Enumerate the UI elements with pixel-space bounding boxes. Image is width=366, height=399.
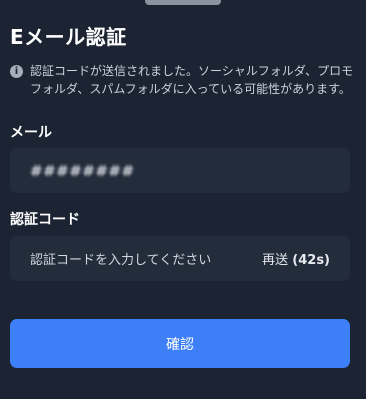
resend-label: 再送 xyxy=(262,253,289,268)
code-input[interactable]: 認証コードを入力してください 再送 (42s) xyxy=(10,236,350,281)
email-value-masked: ######## xyxy=(30,161,135,180)
resend-button[interactable]: 再送 (42s) xyxy=(262,249,330,268)
sheet-title: Eメール認証 xyxy=(10,25,127,49)
code-placeholder: 認証コードを入力してください xyxy=(30,253,212,268)
info-icon: i xyxy=(10,65,23,78)
code-label: 認証コード xyxy=(10,212,80,228)
info-text: 認証コードが送信されました。ソーシャルフォルダ、プロモフォルダ、スパムフォルダに… xyxy=(30,64,354,96)
drag-handle[interactable] xyxy=(145,0,221,5)
confirm-button[interactable]: 確認 xyxy=(10,319,350,368)
resend-countdown: (42s) xyxy=(292,253,330,268)
info-notice: i 認証コードが送信されました。ソーシャルフォルダ、プロモフォルダ、スパムフォル… xyxy=(10,62,356,98)
email-label: メール xyxy=(10,125,52,141)
email-field: ######## xyxy=(10,148,350,193)
